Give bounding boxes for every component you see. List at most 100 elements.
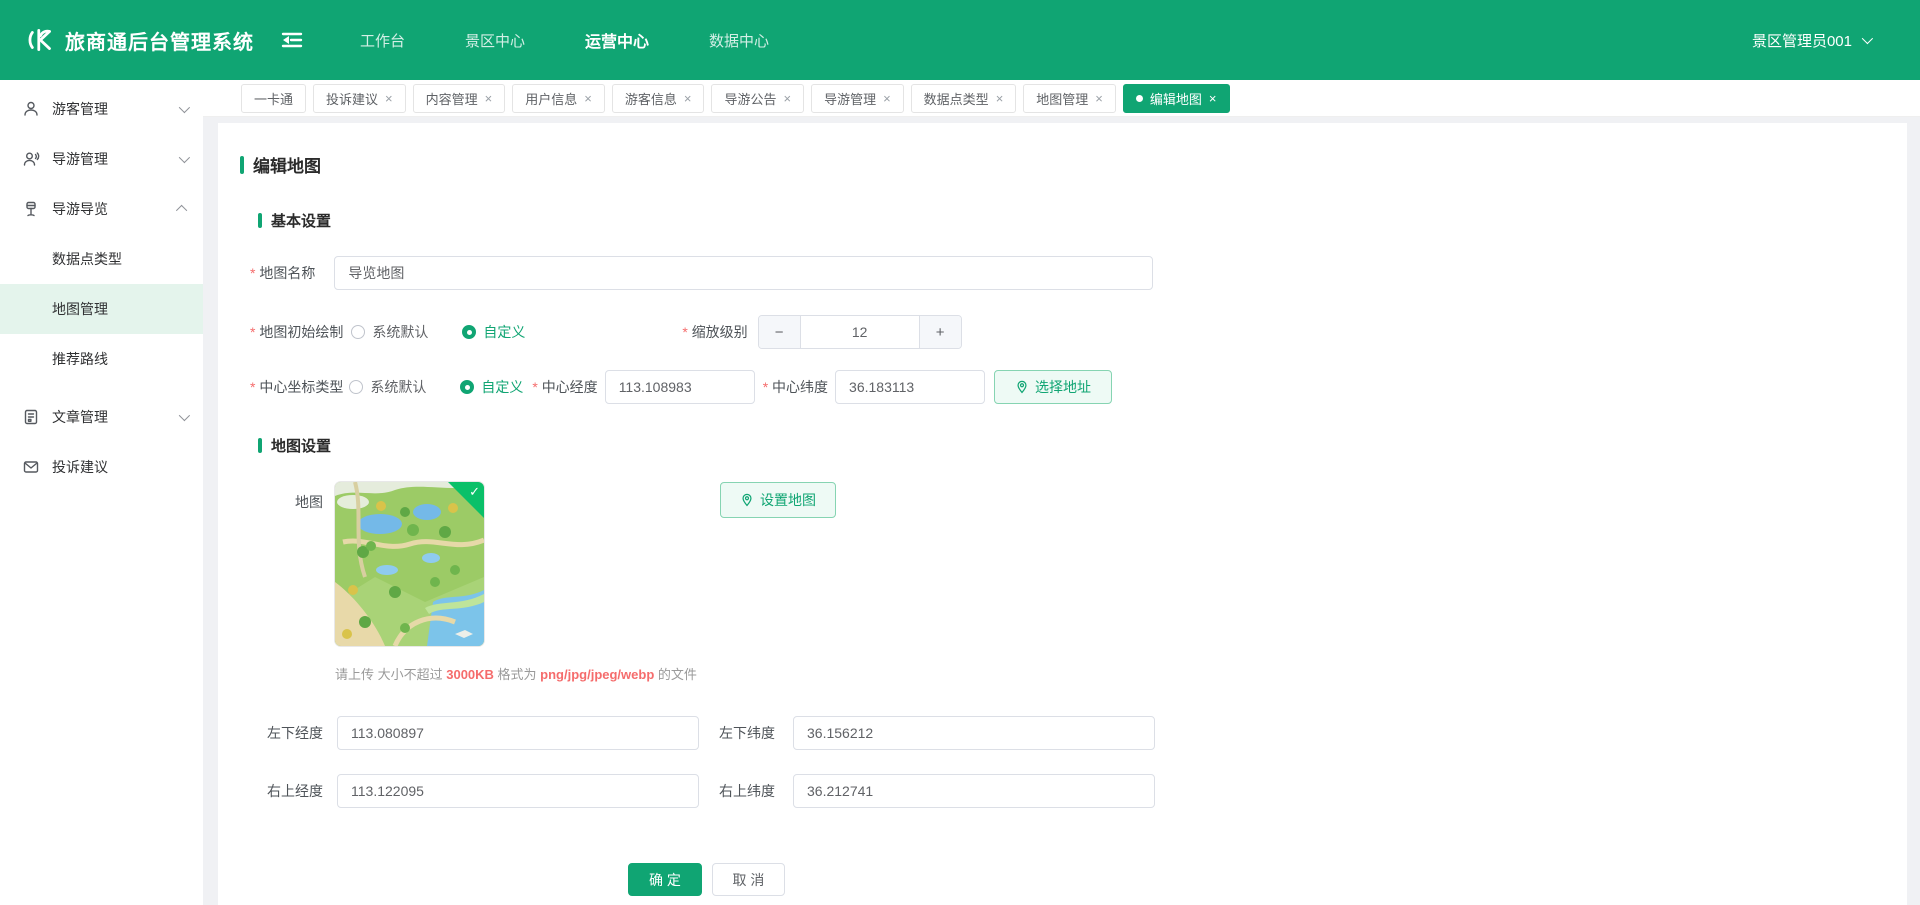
tab-data-point-type[interactable]: 数据点类型 ×	[910, 83, 1017, 113]
tab-visitor-info[interactable]: 游客信息 ×	[611, 83, 705, 113]
sidebar-item-visitor-mgmt[interactable]: 游客管理	[0, 84, 203, 134]
form-row-center-coord: 中心坐标类型 系统默认 自定义 中心经度 中心纬度 选择地址	[250, 370, 1907, 404]
user-menu[interactable]: 景区管理员001	[1751, 30, 1874, 51]
section-map-settings: 地图设置	[258, 435, 1907, 456]
location-pin-icon	[742, 493, 752, 507]
increase-button[interactable]: +	[918, 316, 961, 348]
tab-map-mgmt[interactable]: 地图管理 ×	[1023, 83, 1116, 113]
center-lat-label: 中心纬度	[763, 377, 828, 397]
bl-lng-input[interactable]	[337, 716, 699, 750]
radio-center-default[interactable]	[349, 380, 364, 394]
sidebar-fold-icon[interactable]	[280, 29, 304, 51]
sidebar-item-recommended-route[interactable]: 推荐路线	[0, 334, 203, 384]
sidebar-item-complaints[interactable]: 投诉建议	[0, 442, 203, 492]
chevron-down-icon	[1861, 32, 1874, 45]
chevron-down-icon	[178, 151, 191, 164]
radio-center-custom[interactable]	[460, 380, 475, 394]
map-image-label: 地图	[295, 494, 323, 510]
form-actions: 确 定 取 消	[628, 863, 1907, 896]
chevron-down-icon	[178, 101, 191, 114]
upload-hint: 请上传 大小不超过 3000KB 格式为 png/jpg/jpeg/webp 的…	[335, 667, 697, 682]
close-icon[interactable]: ×	[783, 92, 791, 105]
tab-onecard[interactable]: 一卡通	[241, 83, 307, 113]
section-accent-bar	[258, 438, 262, 453]
tr-lat-label: 右上纬度	[719, 783, 775, 799]
article-icon	[22, 408, 40, 426]
tr-lat-input[interactable]	[793, 774, 1155, 808]
check-icon: ✓	[469, 484, 480, 499]
sidebar-item-data-point-type[interactable]: 数据点类型	[0, 234, 203, 284]
form-row-initial-draw: 地图初始绘制 系统默认 自定义 缩放级别 − 12 +	[250, 315, 1907, 349]
visitor-icon	[22, 100, 40, 118]
sidebar-item-map-mgmt[interactable]: 地图管理	[0, 284, 203, 334]
brand-logo-icon	[28, 28, 51, 52]
top-navbar: 旅商通后台管理系统 工作台 景区中心 运营中心 数据中心 景区管理员001	[0, 0, 1920, 80]
radio-center-custom-label[interactable]: 自定义	[481, 377, 523, 397]
title-accent-bar	[240, 155, 244, 174]
topnav-data-center[interactable]: 数据中心	[709, 30, 769, 51]
tab-content-mgmt[interactable]: 内容管理 ×	[412, 83, 506, 113]
close-icon[interactable]: ×	[485, 92, 493, 105]
topnav-scenic-center[interactable]: 景区中心	[465, 30, 525, 51]
close-icon[interactable]: ×	[584, 92, 592, 105]
close-icon[interactable]: ×	[883, 92, 891, 105]
zoom-level-value[interactable]: 12	[801, 316, 919, 348]
tab-bar: 一卡通 投诉建议 × 内容管理 × 用户信息 × 游客信息 × 导游公告 × 导游管理 × …	[203, 80, 1920, 117]
active-tab-dot	[1135, 94, 1143, 102]
tab-user-info[interactable]: 用户信息 ×	[512, 83, 605, 113]
chevron-down-icon	[178, 409, 191, 422]
center-lng-label: 中心经度	[532, 377, 598, 397]
radio-initial-default[interactable]	[351, 325, 366, 339]
center-type-label: 中心坐标类型	[250, 377, 343, 397]
choose-address-button[interactable]: 选择地址	[994, 370, 1113, 404]
confirm-button[interactable]: 确 定	[628, 863, 702, 896]
map-name-input[interactable]	[334, 256, 1154, 290]
close-icon[interactable]: ×	[1095, 92, 1103, 105]
form-row-map-name: 地图名称	[250, 256, 1907, 290]
form-row-top-right: 右上经度 右上纬度	[267, 774, 1907, 808]
bl-lat-label: 左下纬度	[719, 725, 775, 741]
edit-map-card: 编辑地图 基本设置 地图名称 地图初始绘制 系统默认 自定义	[218, 123, 1907, 905]
decrease-button[interactable]: −	[758, 316, 801, 348]
close-icon[interactable]: ×	[385, 92, 393, 105]
radio-initial-custom[interactable]	[462, 325, 477, 339]
radio-center-default-label[interactable]: 系统默认	[370, 377, 426, 397]
tr-lng-label: 右上经度	[267, 783, 323, 799]
sidebar-item-guide-tour[interactable]: 导游导览	[0, 184, 203, 234]
close-icon[interactable]: ×	[996, 92, 1004, 105]
map-name-label: 地图名称	[250, 263, 315, 283]
mail-icon	[22, 458, 40, 476]
center-lat-input[interactable]	[835, 370, 986, 404]
sidebar: 游客管理 导游管理 导游导览 数据点类型 地图管理 推荐路线 文章管理 投诉建议	[0, 80, 203, 905]
center-lng-input[interactable]	[604, 370, 755, 404]
allowed-formats-value: png/jpg/jpeg/webp	[540, 667, 655, 682]
section-accent-bar	[258, 213, 262, 228]
tab-guide-mgmt[interactable]: 导游管理 ×	[811, 83, 904, 113]
user-name: 景区管理员001	[1751, 32, 1852, 50]
map-thumbnail-image[interactable]: ✓	[335, 482, 484, 646]
radio-initial-default-label[interactable]: 系统默认	[372, 322, 428, 342]
form-row-bottom-left: 左下经度 左下纬度	[267, 716, 1907, 750]
tab-edit-map[interactable]: 编辑地图 ×	[1122, 83, 1230, 113]
tab-guide-notice[interactable]: 导游公告 ×	[711, 83, 805, 113]
zoom-level-stepper: − 12 +	[757, 315, 962, 349]
location-pin-icon	[1017, 380, 1027, 394]
sidebar-item-article-mgmt[interactable]: 文章管理	[0, 392, 203, 442]
topnav-workbench[interactable]: 工作台	[360, 30, 405, 51]
cancel-button[interactable]: 取 消	[712, 863, 785, 896]
sidebar-item-guide-mgmt[interactable]: 导游管理	[0, 134, 203, 184]
radio-initial-custom-label[interactable]: 自定义	[483, 322, 525, 342]
section-basic-settings: 基本设置	[258, 210, 1907, 231]
brand-title: 旅商通后台管理系统	[65, 31, 254, 54]
set-map-button[interactable]: 设置地图	[720, 482, 836, 518]
close-icon[interactable]: ×	[1209, 92, 1217, 105]
topnav-operation-center[interactable]: 运营中心	[585, 28, 649, 52]
tab-complaints[interactable]: 投诉建议 ×	[313, 83, 406, 113]
close-icon[interactable]: ×	[684, 92, 692, 105]
tr-lng-input[interactable]	[337, 774, 699, 808]
max-size-value: 3000KB	[446, 667, 494, 682]
content-area: 编辑地图 基本设置 地图名称 地图初始绘制 系统默认 自定义	[203, 117, 1920, 905]
bl-lat-input[interactable]	[793, 716, 1155, 750]
brand: 旅商通后台管理系统	[27, 25, 304, 55]
guide-icon	[22, 150, 40, 168]
